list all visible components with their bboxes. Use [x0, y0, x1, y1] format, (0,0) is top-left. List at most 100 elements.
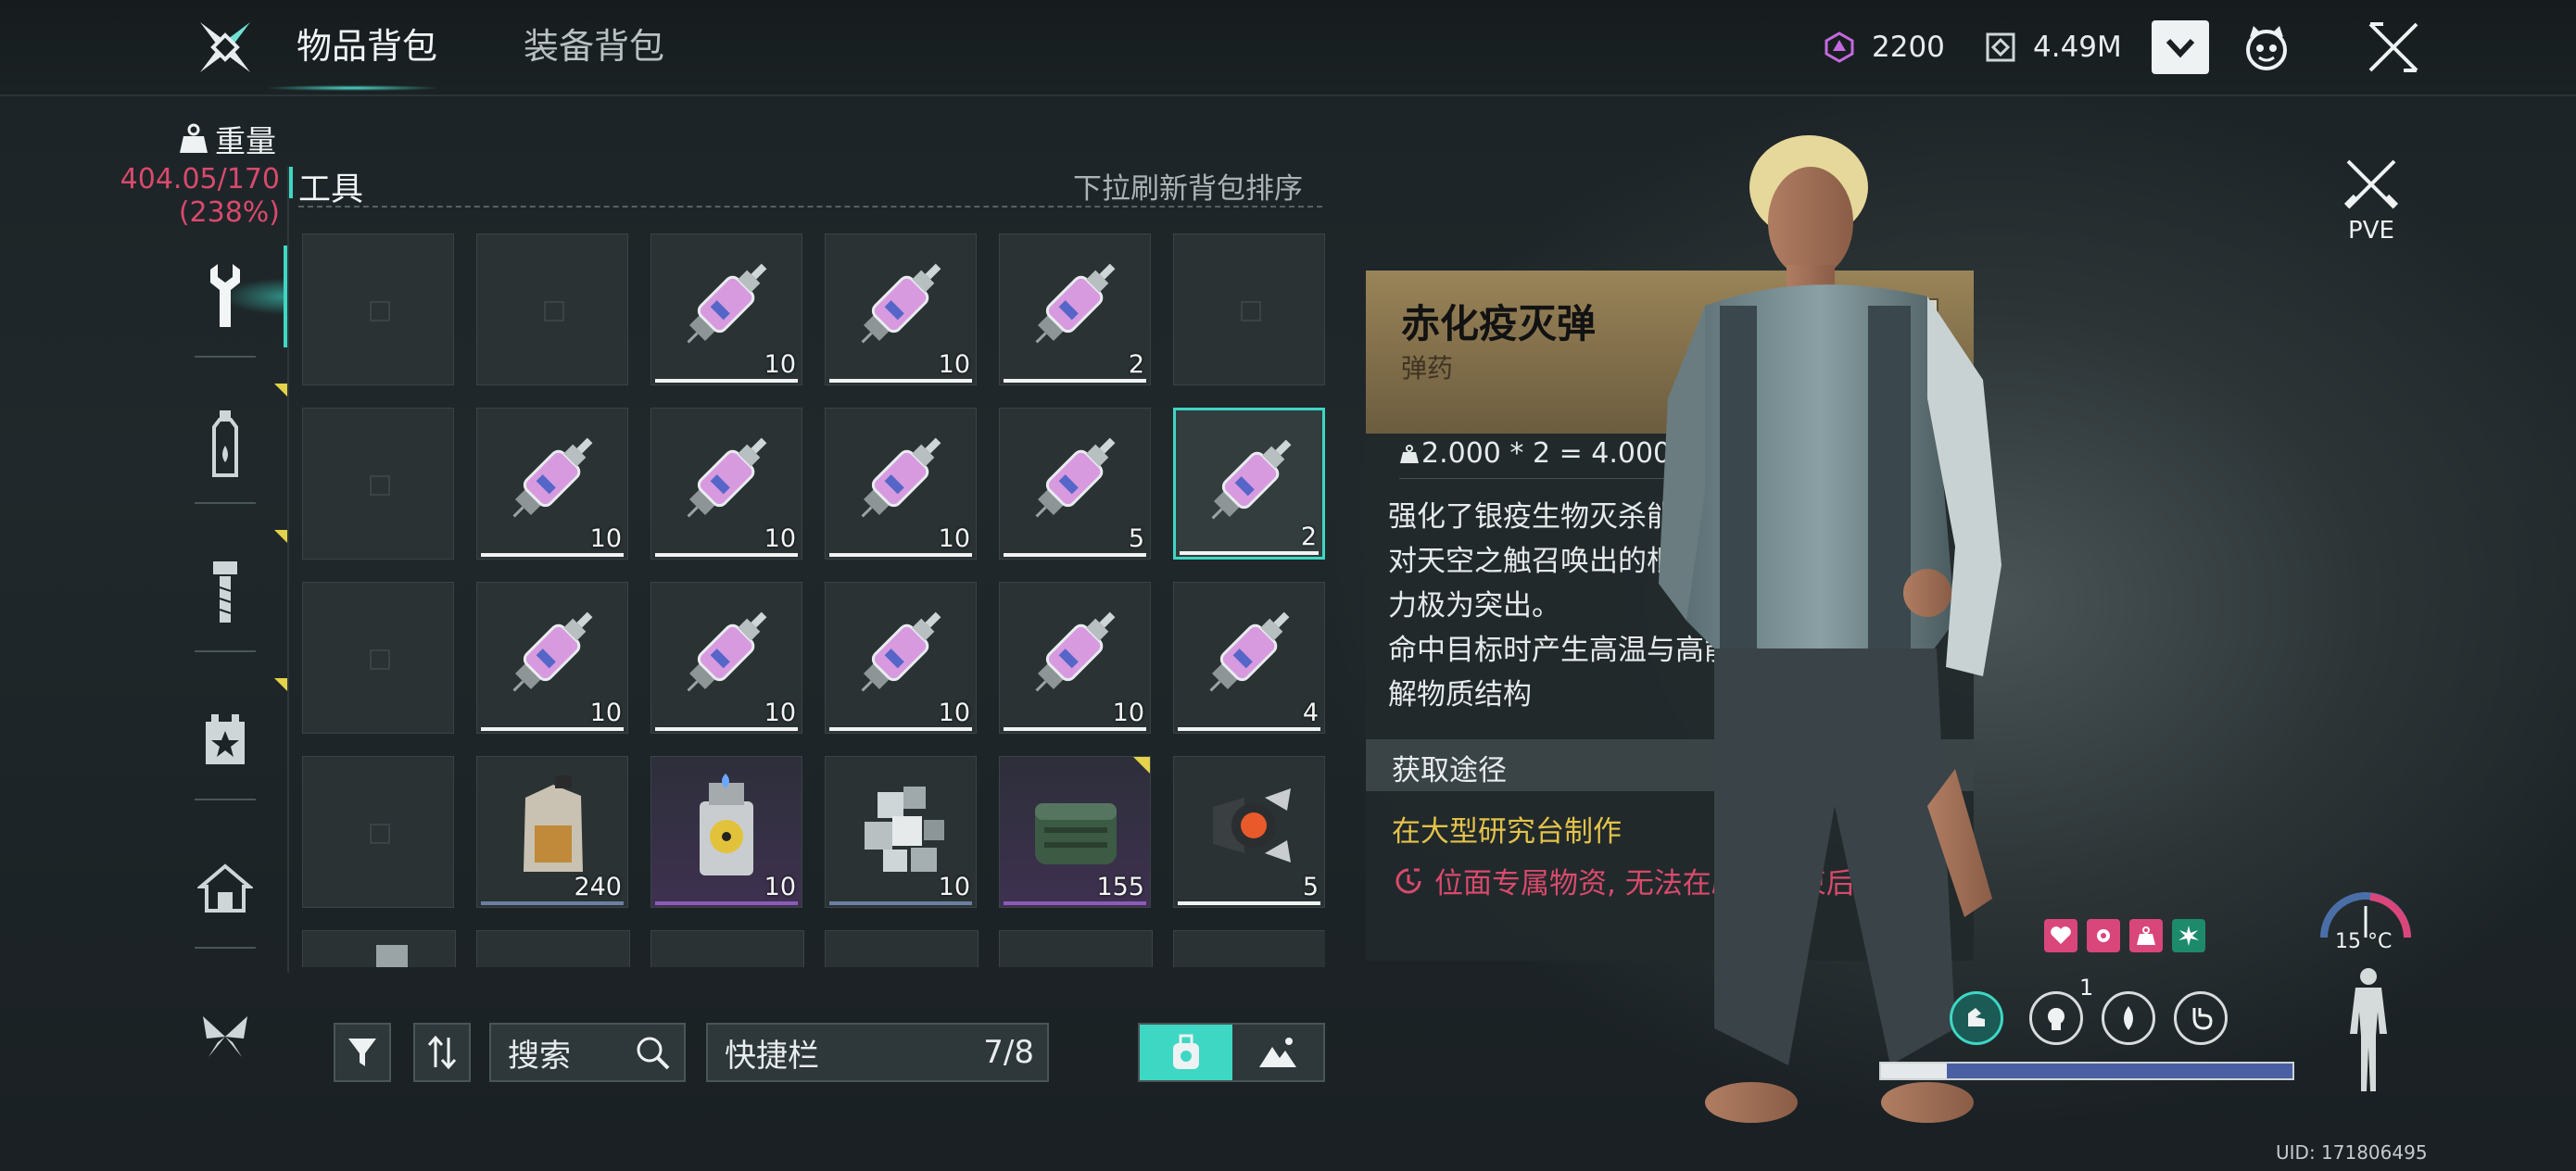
inventory-slot[interactable]: 10: [476, 582, 628, 734]
slot-durability-bar: [829, 553, 972, 557]
slot-quantity: 10: [764, 699, 796, 727]
slot-quantity: 10: [938, 699, 970, 727]
clock-warning-icon: [1395, 868, 1421, 893]
inventory-slot[interactable]: 10: [476, 408, 628, 560]
bolt-icon: [213, 561, 237, 623]
inventory-slot[interactable]: 10: [825, 233, 977, 385]
mascot-face-icon[interactable]: [2241, 22, 2292, 74]
syringe-icon: [1209, 611, 1290, 692]
inventory-slot[interactable]: 10: [650, 233, 802, 385]
tab-item-bag[interactable]: 物品背包: [297, 19, 437, 74]
weight-label-text: 重量: [215, 123, 276, 159]
heart-icon: [2051, 926, 2071, 944]
slot-quantity: 10: [938, 524, 970, 553]
refresh-sort-hint: 下拉刷新背包排序: [1073, 172, 1303, 206]
chevron-down-icon: [2166, 38, 2195, 58]
search-icon: [637, 1037, 670, 1070]
quickbar-count: 7/8: [983, 1034, 1034, 1071]
stat-strength-ring[interactable]: [1950, 991, 2003, 1045]
section-title: 工具: [298, 171, 364, 208]
slot-durability-bar: [1178, 901, 1320, 905]
section-accent-bar: [289, 167, 293, 198]
inventory-slot[interactable]: 10: [825, 756, 977, 908]
slot-quantity: 10: [764, 350, 796, 379]
inventory-slot[interactable]: 5: [1173, 756, 1325, 908]
sort-button[interactable]: [413, 1023, 471, 1082]
slot-durability-bar: [481, 553, 624, 557]
status-heart-icon[interactable]: [2044, 919, 2077, 952]
currency-crystal-value: 2200: [1872, 31, 1945, 64]
inventory-slot[interactable]: 240: [476, 756, 628, 908]
empty-slot[interactable]: [476, 233, 628, 385]
category-special[interactable]: [181, 699, 270, 782]
inventory-slot[interactable]: 10: [650, 756, 802, 908]
tab-active-indicator: [269, 85, 436, 91]
search-input[interactable]: 搜索: [489, 1023, 686, 1082]
landscape-view-button[interactable]: [1232, 1025, 1323, 1080]
slot-quantity: 10: [589, 699, 622, 727]
category-separator: [195, 356, 256, 358]
slot-durability-bar: [829, 727, 972, 731]
acquire-source[interactable]: 在大型研究台制作: [1392, 808, 1622, 850]
slot-quantity: 10: [764, 524, 796, 553]
weight-icon: [2137, 926, 2155, 945]
category-materials[interactable]: [181, 550, 270, 634]
stat-mind-badge: 1: [2079, 975, 2094, 1001]
item-weight-calc-text: 2.000 * 2 = 4.000: [1421, 437, 1672, 470]
category-consumables[interactable]: [181, 402, 270, 485]
new-item-marker: [274, 530, 287, 543]
inventory-slot[interactable]: 155: [999, 756, 1151, 908]
inventory-slot[interactable]: 4: [1173, 582, 1325, 734]
slot-quantity: 10: [938, 873, 970, 901]
inventory-slot[interactable]: 5: [999, 408, 1151, 560]
empty-slot[interactable]: [302, 756, 454, 908]
slot-durability-bar: [655, 379, 798, 383]
stat-mind-ring[interactable]: [2029, 991, 2083, 1045]
empty-slot[interactable]: [302, 582, 454, 734]
filter-button[interactable]: [334, 1023, 391, 1082]
house-icon: [197, 863, 253, 913]
inventory-slot[interactable]: 10: [650, 582, 802, 734]
backpack-view-button[interactable]: [1140, 1025, 1232, 1080]
stat-stomach-ring[interactable]: [2174, 991, 2228, 1045]
empty-slot[interactable]: [302, 233, 454, 385]
status-overweight-icon[interactable]: [2129, 919, 2163, 952]
slot-quantity: 4: [1302, 699, 1319, 727]
category-building[interactable]: [181, 847, 270, 930]
status-infection-icon[interactable]: [2087, 919, 2120, 952]
body-silhouette-icon[interactable]: [2342, 965, 2394, 1095]
new-item-marker: [1133, 757, 1150, 774]
syringe-icon: [861, 611, 941, 692]
inventory-slot[interactable]: 10: [650, 408, 802, 560]
close-icon[interactable]: [2365, 19, 2422, 76]
slot-durability-bar: [481, 901, 624, 905]
category-tools[interactable]: [181, 254, 270, 337]
pve-mode-indicator[interactable]: PVE: [2339, 156, 2404, 245]
empty-slot[interactable]: [1173, 233, 1325, 385]
arm-flex-icon: [1968, 1008, 1985, 1026]
category-misc[interactable]: [181, 995, 270, 1078]
inventory-slot[interactable]: 2: [1173, 408, 1325, 560]
slot-quantity: 10: [938, 350, 970, 379]
weight-icon: [1400, 444, 1419, 463]
slot-quantity: 10: [589, 524, 622, 553]
category-separator: [195, 650, 256, 652]
star-box-icon: [206, 714, 245, 764]
syringe-icon: [687, 437, 767, 518]
stat-hydration-ring[interactable]: [2102, 991, 2155, 1045]
inventory-slot[interactable]: 2: [999, 233, 1151, 385]
item-weight-calc: 2.000 * 2 = 4.000: [1399, 437, 1671, 470]
weight-label: 重量: [178, 117, 276, 161]
quickbar-button[interactable]: 快捷栏 7/8: [706, 1023, 1049, 1082]
expand-dropdown-button[interactable]: [2152, 20, 2209, 74]
slot-quantity: 5: [1128, 524, 1144, 553]
status-radiation-icon[interactable]: [2172, 919, 2205, 952]
inventory-slot[interactable]: 10: [825, 408, 977, 560]
empty-slot[interactable]: [302, 408, 454, 560]
acquire-title: 获取途径: [1392, 754, 1507, 787]
inventory-slot[interactable]: 10: [999, 582, 1151, 734]
tab-equipment-bag[interactable]: 装备背包: [524, 19, 664, 74]
inventory-slot[interactable]: 10: [825, 582, 977, 734]
radiation-lighter-icon: [700, 774, 753, 875]
stomach-icon: [2192, 1008, 2213, 1030]
